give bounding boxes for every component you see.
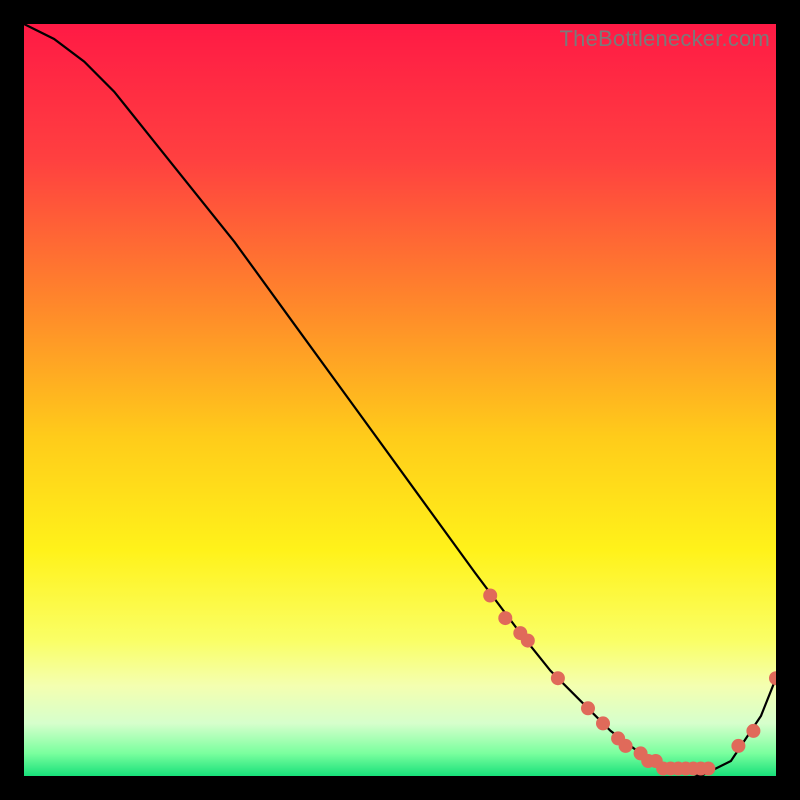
marker-dot (619, 739, 633, 753)
marker-dot (521, 634, 535, 648)
marker-dot (701, 762, 715, 776)
chart-plot (24, 24, 776, 776)
chart-frame: TheBottlenecker.com (24, 24, 776, 776)
marker-dot (483, 589, 497, 603)
marker-dot (498, 611, 512, 625)
marker-dot (596, 716, 610, 730)
marker-dot (731, 739, 745, 753)
marker-dot (581, 701, 595, 715)
marker-dot (746, 724, 760, 738)
watermark-text: TheBottlenecker.com (560, 26, 770, 52)
chart-background (24, 24, 776, 776)
marker-dot (551, 671, 565, 685)
